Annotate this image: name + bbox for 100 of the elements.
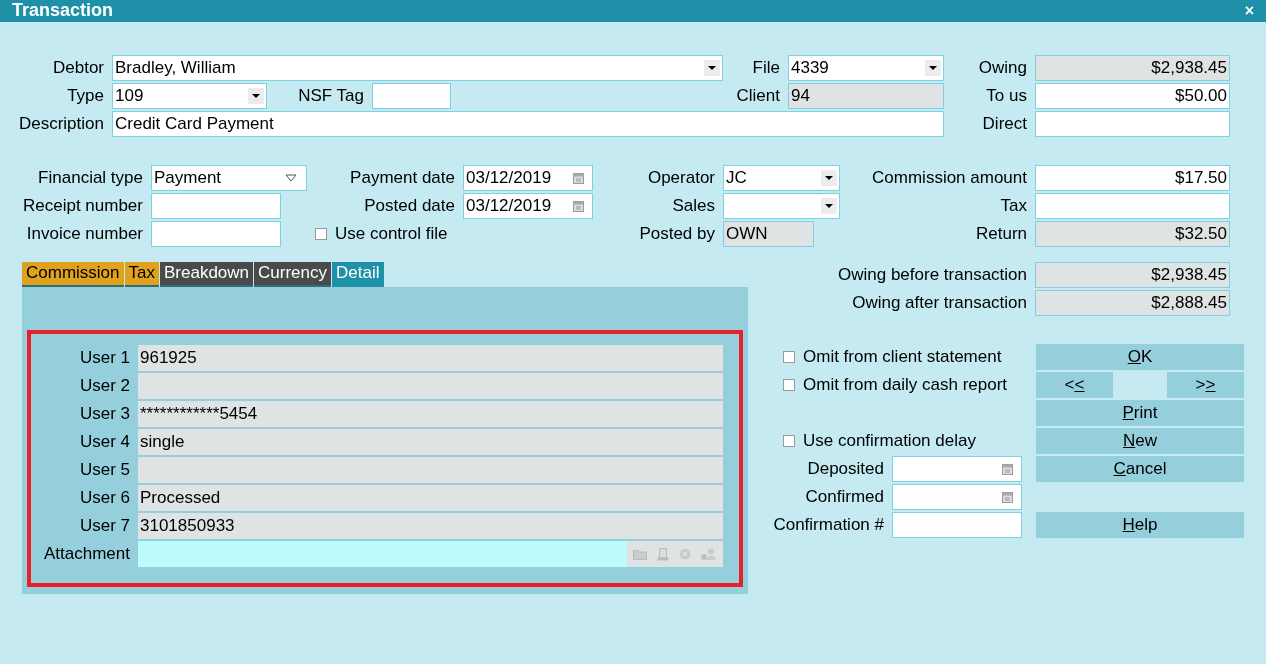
field-label: Tax [1000,195,1027,217]
close-button[interactable]: × [1244,3,1254,19]
button[interactable]: New [1036,428,1244,454]
input-field[interactable] [1035,111,1230,137]
tab[interactable]: Detail [332,262,384,287]
field-label: User 1 [79,347,130,369]
amount-field: $2,888.45 [1035,290,1230,316]
field-label: To us [986,85,1027,107]
checkbox-label: Use confirmation delay [803,430,976,452]
checkbox[interactable] [783,351,795,363]
field-label: Confirmation # [773,514,884,536]
button[interactable]: OK [1036,344,1244,370]
button[interactable]: >> [1167,372,1244,398]
input-field: single [138,429,723,455]
field-label: Commission amount [872,167,1027,189]
input-field[interactable]: Credit Card Payment [112,111,944,137]
field-label: Confirmed [805,486,884,508]
input-field[interactable] [151,193,281,219]
field-label: NSF Tag [298,85,364,107]
dropdown-field[interactable]: 4339 [788,55,944,81]
field-label: Attachment [44,543,130,565]
field-label: Operator [647,167,715,189]
input-field: ************5454 [138,401,723,427]
field-label: User 4 [79,431,130,453]
dropdown-field[interactable] [723,193,840,219]
checkbox-label: Omit from daily cash report [803,374,1008,396]
calendar-icon [573,200,584,212]
field-label: Owing [978,57,1027,79]
amount-field: $2,938.45 [1035,55,1230,81]
input-field: Processed [138,485,723,511]
tab[interactable]: Breakdown [160,262,254,287]
window-title: Transaction [12,0,114,22]
field-label: Payment date [350,167,455,189]
field-label: Client [736,85,780,107]
checkbox[interactable] [783,379,795,391]
input-field[interactable] [892,512,1022,538]
tab[interactable]: Currency [254,262,332,287]
field-label: Description [18,113,104,135]
caret-icon [704,60,720,76]
dropdown-field[interactable]: JC [723,165,840,191]
field-label: User 6 [79,487,130,509]
field-label: Financial type [38,167,143,189]
close-icon [679,548,691,560]
amount-field[interactable]: $50.00 [1035,83,1230,109]
date-field[interactable] [892,484,1022,510]
amount-field[interactable]: $17.50 [1035,165,1230,191]
folder-icon [633,548,647,560]
field-label: Deposited [807,458,884,480]
field-label: File [752,57,780,79]
button[interactable]: Cancel [1036,456,1244,482]
field-label: Return [975,223,1027,245]
calendar-icon [1002,491,1013,503]
amount-field: $2,938.45 [1035,262,1230,288]
dropdown-field[interactable]: Payment [151,165,307,191]
caret-icon [821,170,837,186]
tab[interactable]: Tax [124,262,159,287]
input-field: 3101850933 [138,513,723,539]
input-field: 94 [788,83,944,109]
checkbox-label: Omit from client statement [803,346,1002,368]
field-label: Type [67,85,104,107]
calendar-icon [573,172,584,184]
document-icon [657,547,669,561]
field-label: Posted by [639,223,715,245]
calendar-icon [1002,463,1013,475]
field-label: Owing after transaction [852,292,1027,314]
dropdown-field[interactable]: 109 [112,83,267,109]
field-label: Invoice number [26,223,143,245]
dropdown-field[interactable]: Bradley, William [112,55,723,81]
checkbox-label: Use control file [335,223,448,245]
button[interactable]: Print [1036,400,1244,426]
input-field[interactable] [372,83,451,109]
input-field[interactable] [1035,193,1230,219]
button[interactable]: Help [1036,512,1244,538]
checkbox[interactable] [783,435,795,447]
field-label: User 7 [79,515,130,537]
input-field[interactable] [151,221,281,247]
field-label: Debtor [52,57,104,79]
caret-icon [284,173,298,183]
tab[interactable]: Commission [22,262,124,287]
field-label: Sales [672,195,715,217]
people-icon [701,548,717,560]
field-label: User 5 [79,459,130,481]
date-field[interactable]: 03/12/2019 [463,193,593,219]
caret-icon [925,60,941,76]
attachment-field[interactable] [138,541,723,567]
field-label: Receipt number [23,195,143,217]
input-field: OWN [723,221,814,247]
caret-icon [821,198,837,214]
field-label: User 2 [79,375,130,397]
date-field[interactable] [892,456,1022,482]
field-label: Direct [982,113,1027,135]
checkbox[interactable] [315,228,327,240]
field-label: Owing before transaction [838,264,1027,286]
date-field[interactable]: 03/12/2019 [463,165,593,191]
input-field: 961925 [138,345,723,371]
amount-field: $32.50 [1035,221,1230,247]
button[interactable]: << [1036,372,1113,398]
field-label: Posted date [364,195,455,217]
caret-icon [248,88,264,104]
field-label: User 3 [79,403,130,425]
